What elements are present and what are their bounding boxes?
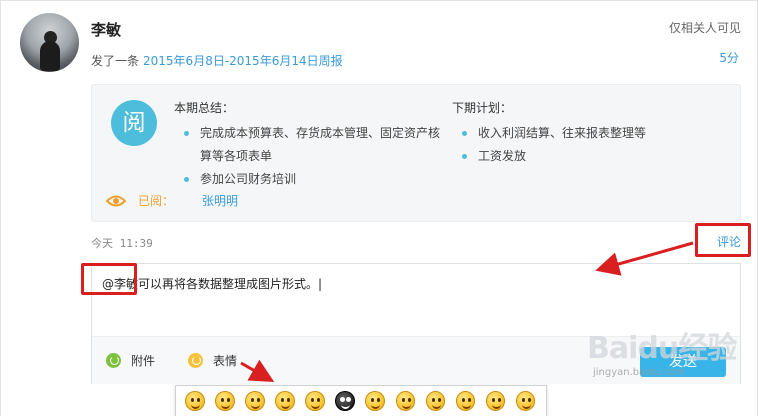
emoji-wink-icon[interactable]	[305, 391, 325, 411]
emoji-dizzy-icon[interactable]	[455, 391, 476, 411]
summary-list: 完成成本预算表、存货成本管理、固定资产核算等各项表单 参加公司财务培训	[174, 122, 444, 191]
author-name[interactable]: 李敏	[91, 19, 121, 40]
emoji-angry-icon[interactable]	[395, 391, 416, 411]
attach-button[interactable]: 附件	[106, 352, 155, 369]
reader-name[interactable]: 张明明	[202, 192, 238, 209]
plan-title: 下期计划：	[452, 101, 513, 115]
watermark-url: jingyan.baidu.com	[593, 367, 686, 378]
paperclip-icon	[106, 353, 121, 368]
list-item: 完成成本预算表、存货成本管理、固定资产核算等各项表单	[174, 122, 444, 168]
list-item: 收入利润结算、往来报表整理等	[452, 122, 722, 145]
annotation-box-mention	[81, 263, 137, 295]
list-item: 工资发放	[452, 145, 722, 168]
emoji-happy-icon[interactable]	[515, 391, 536, 411]
attach-label: 附件	[131, 354, 156, 368]
report-card: 阅 本期总结： 完成成本预算表、存货成本管理、固定资产核算等各项表单 参加公司财…	[91, 84, 741, 222]
avatar[interactable]	[20, 13, 79, 72]
read-badge: 阅	[111, 100, 157, 146]
emoji-hug-icon[interactable]	[365, 391, 386, 411]
read-label: 已阅：	[138, 194, 175, 208]
plan-section: 下期计划： 收入利润结算、往来报表整理等 工资发放	[452, 99, 722, 168]
emoji-label: 表情	[213, 354, 238, 368]
feed-item: 李敏 仅相关人可见 发了一条 2015年6月8日-2015年6月14日周报 5分 …	[0, 0, 758, 416]
emoji-panel	[175, 385, 547, 416]
summary-title: 本期总结：	[174, 101, 235, 115]
summary-section: 本期总结： 完成成本预算表、存货成本管理、固定资产核算等各项表单 参加公司财务培…	[174, 99, 444, 191]
watermark-logo: Baidu经验 jingyan.baidu.com	[587, 323, 755, 383]
eye-icon	[106, 195, 126, 207]
emoji-grin-icon[interactable]	[215, 391, 235, 411]
comment-text: 可以再将各数据整理成图片形式。|	[138, 277, 323, 291]
smiley-icon	[188, 353, 203, 368]
watermark-brand: Baidu经验	[587, 331, 737, 366]
readers-row: 已阅： 张明明	[106, 192, 238, 209]
emoji-dark-icon[interactable]	[335, 391, 355, 411]
list-item: 参加公司财务培训	[174, 168, 444, 191]
emoji-laugh-icon[interactable]	[245, 391, 265, 411]
emoji-think-icon[interactable]	[275, 391, 295, 411]
post-action-line: 发了一条 2015年6月8日-2015年6月14日周报	[91, 52, 343, 69]
visibility-label: 仅相关人可见	[668, 21, 741, 35]
report-link[interactable]: 2015年6月8日-2015年6月14日周报	[143, 54, 343, 68]
post-action-text: 发了一条	[91, 54, 140, 68]
annotation-box-comment	[695, 223, 751, 257]
emoji-smile-icon[interactable]	[185, 391, 205, 411]
emoji-tongue-icon[interactable]	[485, 391, 506, 411]
emoji-button[interactable]: 表情	[188, 352, 237, 369]
emoji-shy-icon[interactable]	[425, 391, 446, 411]
post-age: 5分	[719, 51, 739, 65]
timestamp: 今天 11:39	[91, 237, 153, 250]
plan-list: 收入利润结算、往来报表整理等 工资发放	[452, 122, 722, 168]
